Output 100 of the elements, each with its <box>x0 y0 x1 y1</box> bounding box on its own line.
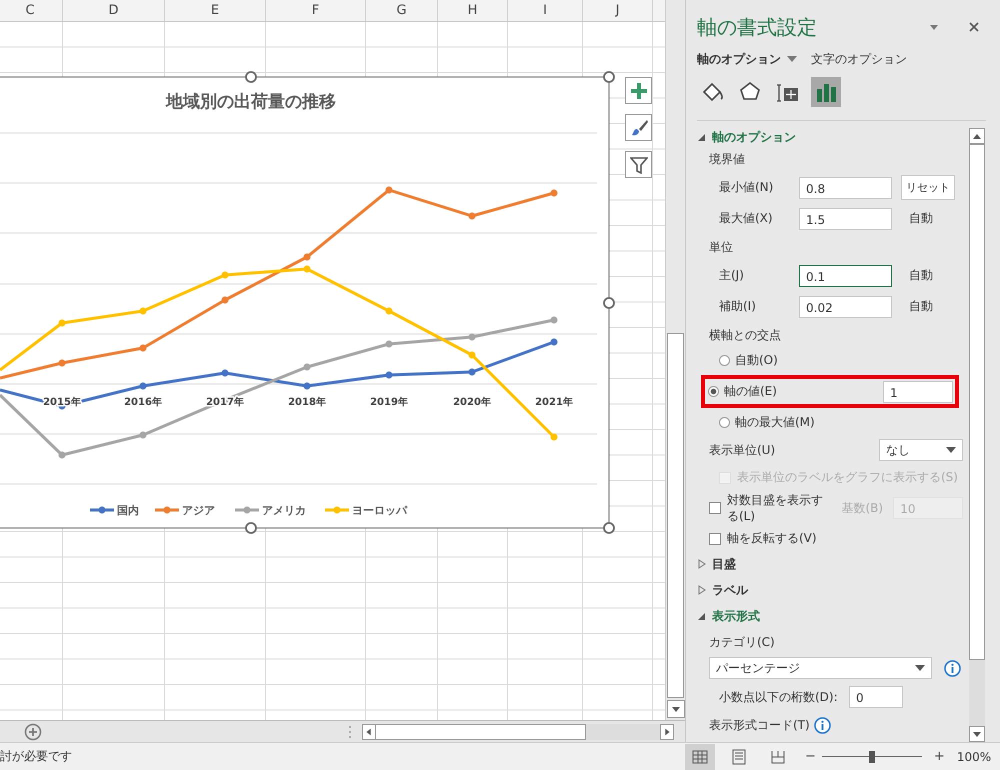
column-header[interactable]: F <box>266 0 366 21</box>
resize-handle[interactable] <box>603 297 615 309</box>
axis-label: 2016年 <box>124 397 162 408</box>
resize-handle[interactable] <box>603 522 615 534</box>
field-label: 小数点以下の桁数(D): <box>719 688 839 706</box>
field-label: 表示形式コード(T) <box>709 716 810 734</box>
radio-label[interactable]: 自動(O) <box>735 352 963 369</box>
expand-arrow-icon[interactable] <box>697 585 707 595</box>
legend-label: 国内 <box>117 504 139 517</box>
expand-arrow-icon[interactable] <box>697 559 707 569</box>
plus-icon <box>630 82 648 100</box>
resize-handle[interactable] <box>245 71 257 83</box>
field-label: 主(J) <box>719 267 745 284</box>
dropdown-arrow-icon <box>915 665 925 671</box>
dropdown-value: パーセンテージ <box>716 660 800 676</box>
chart-style-button[interactable] <box>625 114 652 141</box>
checkbox-label[interactable]: 軸を反転する(V) <box>727 530 817 547</box>
radio-button[interactable] <box>719 417 730 428</box>
radio-button[interactable] <box>708 386 719 397</box>
add-element-button[interactable] <box>625 77 652 104</box>
number-field[interactable]: 1.5 <box>799 208 892 230</box>
legend-label: アジア <box>182 504 215 517</box>
column-header[interactable]: H <box>438 0 508 21</box>
column-header[interactable]: G <box>366 0 438 21</box>
dropdown-value: なし <box>886 442 910 458</box>
section-title[interactable]: ラベル <box>712 582 748 598</box>
column-header[interactable]: C <box>0 0 63 21</box>
add-sheet-icon[interactable] <box>24 722 42 740</box>
column-header[interactable]: D <box>63 0 165 21</box>
decimal-places-field[interactable]: 0 <box>849 686 903 708</box>
group-label: 境界値 <box>708 151 746 168</box>
field-label: 基数(B) <box>842 500 884 516</box>
legend-marker <box>325 506 349 514</box>
number-field[interactable]: 0.1 <box>799 264 892 286</box>
zoom-out-button[interactable]: − <box>801 749 820 764</box>
legend-label: ヨーロッパ <box>352 504 407 517</box>
vertical-scrollbar[interactable] <box>665 0 685 720</box>
number-field[interactable]: 0.8 <box>799 176 892 198</box>
radio-label[interactable]: 軸の値(E) <box>724 383 883 400</box>
legend-label: アメリカ <box>262 504 306 517</box>
paint-bucket-icon <box>700 80 724 104</box>
chart-area[interactable] <box>0 76 610 528</box>
pane-scrollbar[interactable] <box>969 128 985 742</box>
caret-icon <box>787 55 797 63</box>
radio-label[interactable]: 軸の最大値(M) <box>735 414 963 431</box>
axis-label: 2017年 <box>206 397 244 408</box>
axis-label: 2018年 <box>288 397 326 408</box>
column-header[interactable]: E <box>165 0 266 21</box>
radio-button[interactable] <box>719 355 730 366</box>
legend-marker <box>90 506 114 514</box>
pane-tab[interactable]: 文字のオプション <box>811 50 907 68</box>
filter-icon <box>630 156 648 174</box>
info-icon[interactable] <box>944 660 961 676</box>
resize-handle[interactable] <box>603 71 615 83</box>
checkbox[interactable] <box>709 532 721 544</box>
slider-thumb[interactable] <box>868 750 875 762</box>
scrollbar-thumb[interactable] <box>667 333 684 698</box>
axis-label: 2021年 <box>535 397 573 408</box>
pane-title: 軸の書式設定 <box>697 14 818 40</box>
zoom-level: 100% <box>956 750 992 764</box>
checkbox[interactable] <box>709 502 721 514</box>
field-label: カテゴリ(C) <box>708 634 776 651</box>
section-title[interactable]: 目盛 <box>712 556 736 572</box>
number-field[interactable]: 0.02 <box>799 296 892 318</box>
scrollbar-thumb[interactable] <box>969 144 985 660</box>
horizontal-scrollbar[interactable] <box>362 724 674 740</box>
view-button[interactable] <box>685 744 715 770</box>
field-label: 補助(I) <box>719 298 757 315</box>
field-label: 表示単位(U) <box>709 442 776 458</box>
value-field[interactable]: 1 <box>883 380 953 402</box>
zoom-in-button[interactable]: + <box>930 749 949 764</box>
legend-marker <box>235 506 259 514</box>
section-title[interactable]: 表示形式 <box>712 608 760 624</box>
auto-label: 自動 <box>909 267 933 284</box>
reset-button[interactable]: リセット <box>901 175 955 200</box>
axis-label: 2020年 <box>453 397 491 408</box>
chart-title: 地域別の出荷量の推移 <box>166 92 336 112</box>
resize-handle[interactable] <box>245 522 257 534</box>
status-message: 討が必要です <box>0 748 73 765</box>
grid-icon <box>691 748 709 766</box>
axis-label: 2019年 <box>370 397 408 408</box>
column-header[interactable]: J <box>583 0 653 21</box>
dropdown-arrow-icon <box>946 447 956 453</box>
field-label: 最小値(N) <box>719 179 774 196</box>
pane-tab[interactable]: 軸のオプション <box>697 50 797 68</box>
category-dropdown[interactable]: パーセンテージ <box>709 657 932 679</box>
info-icon[interactable] <box>814 716 831 734</box>
scrollbar-thumb[interactable] <box>376 724 586 740</box>
group-label: 横軸との交点 <box>708 327 782 344</box>
column-header[interactable]: I <box>508 0 583 21</box>
section-title[interactable]: 軸のオプション <box>712 128 796 146</box>
group-label: 単位 <box>708 239 734 256</box>
chart-filter-button[interactable] <box>625 151 652 178</box>
collapse-arrow-icon[interactable] <box>697 611 707 621</box>
close-icon[interactable] <box>968 21 980 33</box>
collapse-arrow-icon[interactable] <box>697 132 707 142</box>
page-icon <box>730 748 748 766</box>
display-units-dropdown[interactable]: なし <box>879 439 963 461</box>
checkbox-label[interactable]: 対数目盛を表示する(L) <box>727 490 832 526</box>
brush-icon <box>630 118 648 136</box>
